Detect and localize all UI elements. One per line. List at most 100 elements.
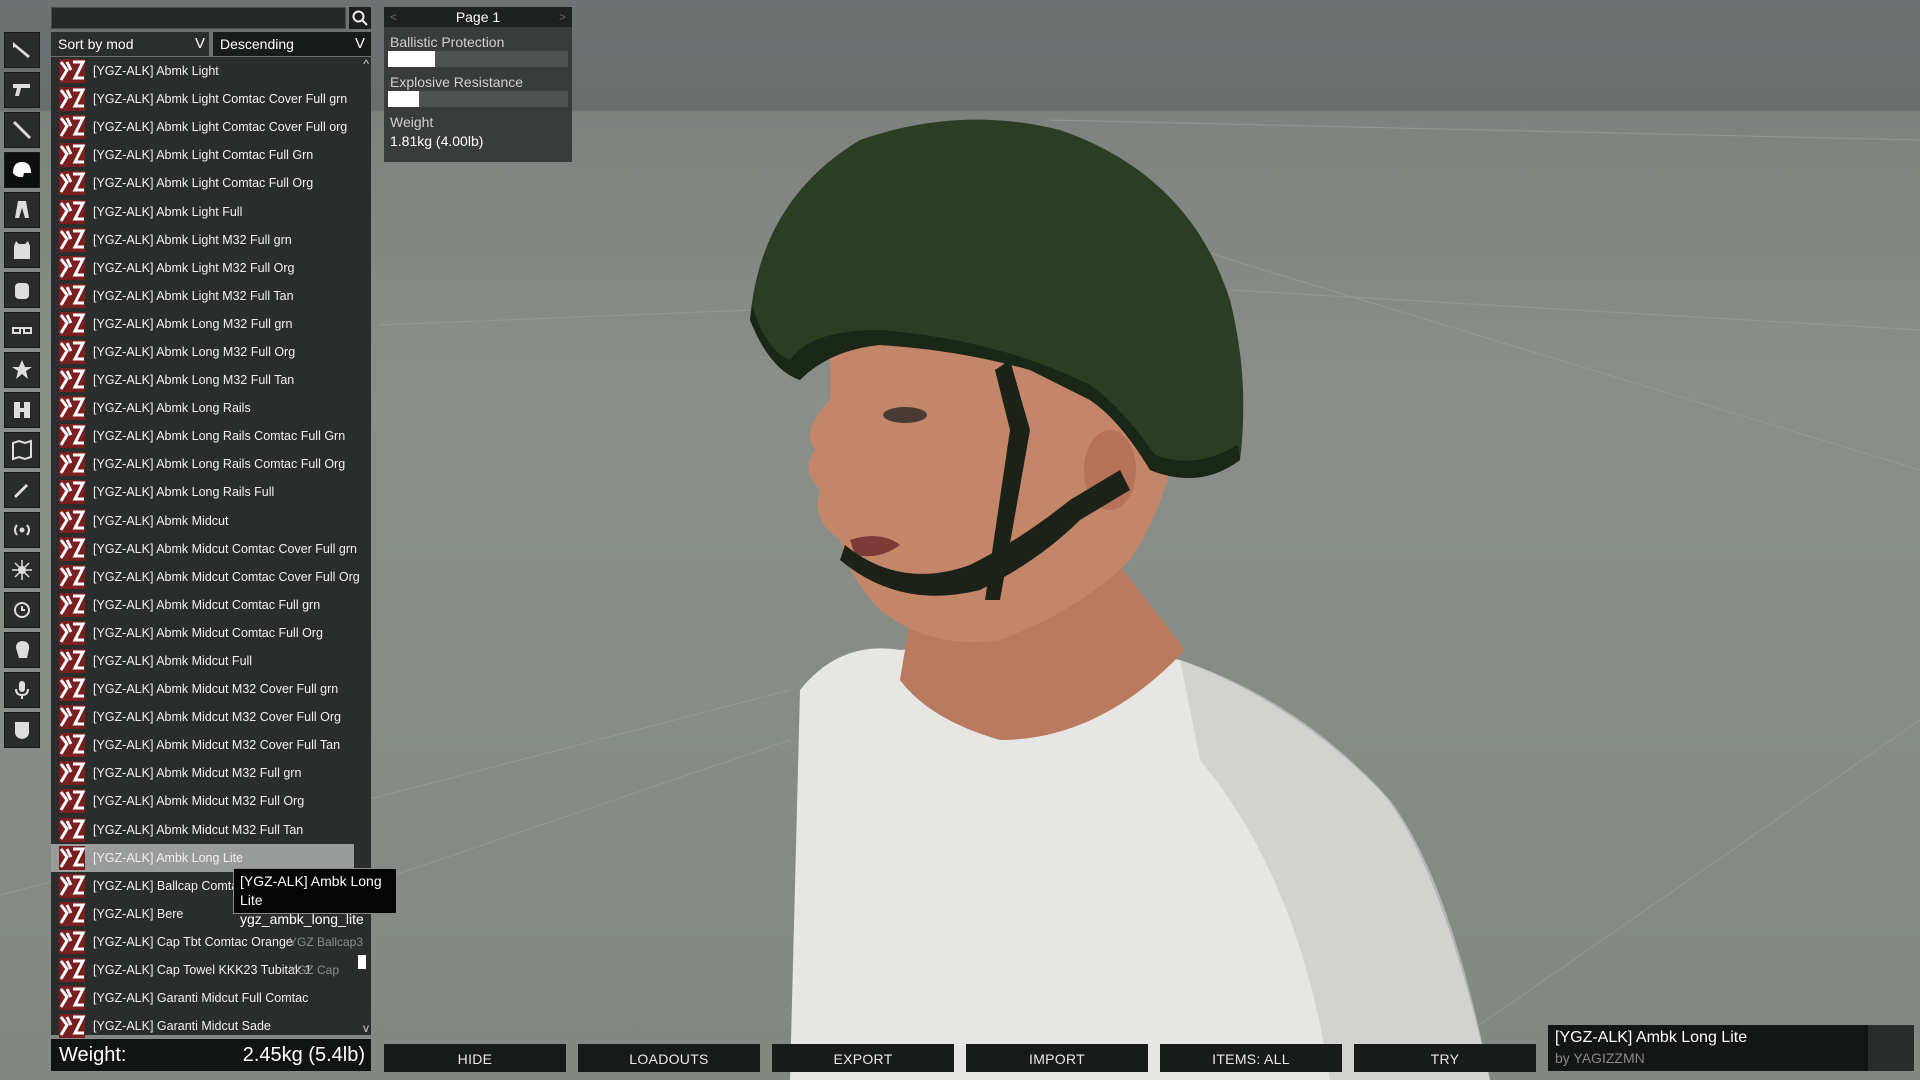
weight-value: 1.81kg (4.00lb) bbox=[390, 133, 484, 149]
ygz-mod-logo-icon bbox=[59, 986, 86, 1011]
list-item-label: [YGZ-ALK] Abmk Light M32 Full Org bbox=[93, 260, 295, 275]
list-item-label: [YGZ-ALK] Abmk Long M32 Full Org bbox=[93, 344, 296, 359]
list-item[interactable]: [YGZ-ALK] Abmk Long Rails Comtac Full Or… bbox=[51, 450, 371, 478]
list-item[interactable]: [YGZ-ALK] Abmk Midcut Comtac Cover Full … bbox=[51, 563, 371, 591]
list-item[interactable]: [YGZ-ALK] Abmk Long M32 Full Tan bbox=[51, 366, 371, 394]
list-item[interactable]: [YGZ-ALK] Abmk Long Rails Comtac Full Gr… bbox=[51, 422, 371, 450]
list-item[interactable]: [YGZ-ALK] Abmk Light Comtac Cover Full g… bbox=[51, 85, 371, 113]
hide-button[interactable]: HIDE bbox=[384, 1044, 566, 1072]
list-item[interactable]: [YGZ-ALK] Abmk Light Full bbox=[51, 197, 371, 225]
ygz-mod-logo-icon bbox=[59, 789, 86, 814]
list-item[interactable]: [YGZ-ALK] Abmk Light Comtac Full Org bbox=[51, 169, 371, 197]
list-item[interactable]: [YGZ-ALK] Abmk Light Comtac Full Grn bbox=[51, 141, 371, 169]
ygz-mod-logo-icon bbox=[59, 199, 86, 224]
launcher-icon bbox=[13, 121, 31, 139]
category-headgear[interactable] bbox=[4, 152, 40, 188]
explosive-resistance-fill bbox=[388, 91, 419, 107]
ygz-mod-logo-icon bbox=[59, 536, 86, 561]
rifle-icon bbox=[13, 42, 30, 58]
list-item-label: [YGZ-ALK] Abmk Long Rails Comtac Full Gr… bbox=[93, 429, 346, 444]
ygz-mod-logo-icon bbox=[59, 311, 86, 336]
category-face[interactable] bbox=[4, 632, 40, 668]
list-item[interactable]: [YGZ-ALK] Abmk Light M32 Full Org bbox=[51, 254, 371, 282]
list-item[interactable]: [YGZ-ALK] Cap Towel KKK23 Tubitak 1 YGZ C… bbox=[51, 956, 371, 984]
radio-icon bbox=[14, 524, 30, 536]
ballistic-protection-fill bbox=[388, 51, 435, 67]
list-item[interactable]: [YGZ-ALK] Abmk Light M32 Full grn bbox=[51, 226, 371, 254]
list-item[interactable]: [YGZ-ALK] Garanti Midcut Full Comtac bbox=[51, 984, 371, 1012]
ygz-mod-logo-icon bbox=[59, 677, 86, 702]
list-item-label: [YGZ-ALK] Abmk Midcut Comtac Full grn bbox=[93, 597, 321, 612]
tooltip-classname: ygz_ambk_long_lite bbox=[240, 911, 364, 927]
category-gps[interactable] bbox=[4, 472, 40, 508]
ygz-mod-logo-icon bbox=[59, 620, 86, 645]
list-item[interactable]: [YGZ-ALK] Abmk Long Rails bbox=[51, 394, 371, 422]
category-goggles[interactable] bbox=[4, 312, 40, 348]
dropdown-arrow-icon[interactable]: V bbox=[351, 32, 369, 56]
ygz-mod-logo-icon bbox=[59, 87, 86, 112]
category-bar bbox=[4, 30, 42, 752]
category-watch[interactable] bbox=[4, 592, 40, 628]
list-item[interactable]: [YGZ-ALK] Abmk Midcut M32 Full Tan bbox=[51, 816, 371, 844]
next-page-button[interactable]: > bbox=[559, 7, 566, 27]
list-item[interactable]: [YGZ-ALK] Abmk Midcut Comtac Cover Full … bbox=[51, 535, 371, 563]
total-weight-value: 2.45kg (5.4lb) bbox=[242, 1044, 365, 1066]
ygz-mod-logo-icon bbox=[59, 424, 86, 449]
helmet-icon bbox=[13, 162, 31, 177]
category-backpack[interactable] bbox=[4, 272, 40, 308]
list-item[interactable]: [YGZ-ALK] Abmk Light M32 Full Tan bbox=[51, 282, 371, 310]
search-button[interactable] bbox=[349, 7, 371, 29]
list-item[interactable]: [YGZ-ALK] Abmk Midcut M32 Cover Full Tan bbox=[51, 731, 371, 759]
category-insignia[interactable] bbox=[4, 352, 40, 388]
list-item-label: [YGZ-ALK] Abmk Midcut M32 Cover Full grn bbox=[93, 682, 339, 697]
try-button[interactable]: TRY bbox=[1354, 1044, 1536, 1072]
list-item-label: [YGZ-ALK] Abmk Light M32 Full Tan bbox=[93, 288, 294, 303]
list-item[interactable]: [YGZ-ALK] Abmk Midcut M32 Full grn bbox=[51, 759, 371, 787]
sort-field-dropdown[interactable]: Sort by mod V bbox=[51, 32, 209, 56]
list-item[interactable]: [YGZ-ALK] Abmk Midcut Comtac Full grn bbox=[51, 591, 371, 619]
category-compass[interactable] bbox=[4, 552, 40, 588]
category-pistol[interactable] bbox=[4, 72, 40, 108]
export-button[interactable]: EXPORT bbox=[772, 1044, 954, 1072]
list-item-label: [YGZ-ALK] Cap Towel KKK23 Tubitak 1 bbox=[93, 963, 312, 978]
ygz-mod-logo-icon bbox=[59, 705, 86, 730]
uniform-icon bbox=[15, 201, 29, 218]
category-insignia-patch[interactable] bbox=[4, 712, 40, 748]
list-item[interactable]: [YGZ-ALK] Cap Tbt Comtac Orange YGZ Ballc… bbox=[51, 928, 371, 956]
list-item-label: [YGZ-ALK] Abmk Midcut M32 Cover Full Tan bbox=[93, 738, 341, 753]
list-item[interactable]: [YGZ-ALK] Abmk Midcut bbox=[51, 507, 371, 535]
ygz-mod-logo-icon bbox=[59, 143, 86, 168]
ygz-mod-logo-icon bbox=[59, 171, 86, 196]
category-uniform[interactable] bbox=[4, 192, 40, 228]
items-filter-button[interactable]: ITEMS: ALL bbox=[1160, 1044, 1342, 1072]
list-item[interactable]: [YGZ-ALK] Abmk Long Rails Full bbox=[51, 478, 371, 506]
loadouts-button[interactable]: LOADOUTS bbox=[578, 1044, 760, 1072]
list-item[interactable]: [YGZ-ALK] Abmk Long M32 Full Org bbox=[51, 338, 371, 366]
prev-page-button[interactable]: < bbox=[390, 7, 397, 27]
category-rifle[interactable] bbox=[4, 32, 40, 68]
list-item[interactable]: [YGZ-ALK] Abmk Midcut Comtac Full Org bbox=[51, 619, 371, 647]
list-item[interactable]: [YGZ-ALK] Abmk Long M32 Full grn bbox=[51, 310, 371, 338]
import-button[interactable]: IMPORT bbox=[966, 1044, 1148, 1072]
list-item[interactable]: [YGZ-ALK] Garanti Midcut Sade bbox=[51, 1012, 371, 1040]
search-input[interactable] bbox=[51, 7, 346, 29]
list-item[interactable]: [YGZ-ALK] Abmk Midcut M32 Cover Full Org bbox=[51, 703, 371, 731]
category-launcher[interactable] bbox=[4, 112, 40, 148]
list-item[interactable]: [YGZ-ALK] Abmk Midcut Full bbox=[51, 647, 371, 675]
list-item-label: [YGZ-ALK] Abmk Midcut M32 Cover Full Org bbox=[93, 710, 341, 725]
list-item[interactable]: [YGZ-ALK] Abmk Light Comtac Cover Full o… bbox=[51, 113, 371, 141]
category-vest[interactable] bbox=[4, 232, 40, 268]
category-voice[interactable] bbox=[4, 672, 40, 708]
category-binoculars[interactable] bbox=[4, 392, 40, 428]
list-item[interactable]: [YGZ-ALK] Abmk Midcut M32 Cover Full grn bbox=[51, 675, 371, 703]
list-item[interactable]: [YGZ-ALK] Abmk Midcut M32 Full Org bbox=[51, 787, 371, 815]
explosive-resistance-bar bbox=[388, 91, 568, 107]
category-map[interactable] bbox=[4, 432, 40, 468]
list-item[interactable]: [YGZ-ALK] Abmk Light bbox=[51, 57, 371, 85]
selected-item-title: [YGZ-ALK] Ambk Long Lite bbox=[1555, 1029, 1748, 1046]
backpack-icon bbox=[15, 283, 29, 299]
category-radio[interactable] bbox=[4, 512, 40, 548]
ygz-mod-logo-icon bbox=[59, 817, 86, 842]
list-item-label: [YGZ-ALK] Bere bbox=[93, 906, 184, 921]
sort-order-dropdown[interactable]: Descending bbox=[213, 32, 371, 56]
